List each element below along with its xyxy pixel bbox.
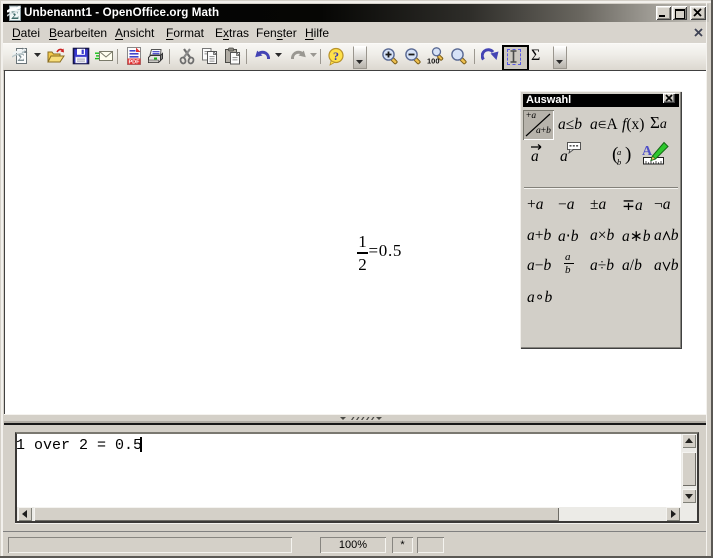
svg-text:100: 100: [427, 57, 440, 66]
svg-text:A: A: [642, 144, 653, 159]
svg-text:?: ?: [333, 49, 339, 63]
svg-text:PDF: PDF: [129, 60, 141, 65]
